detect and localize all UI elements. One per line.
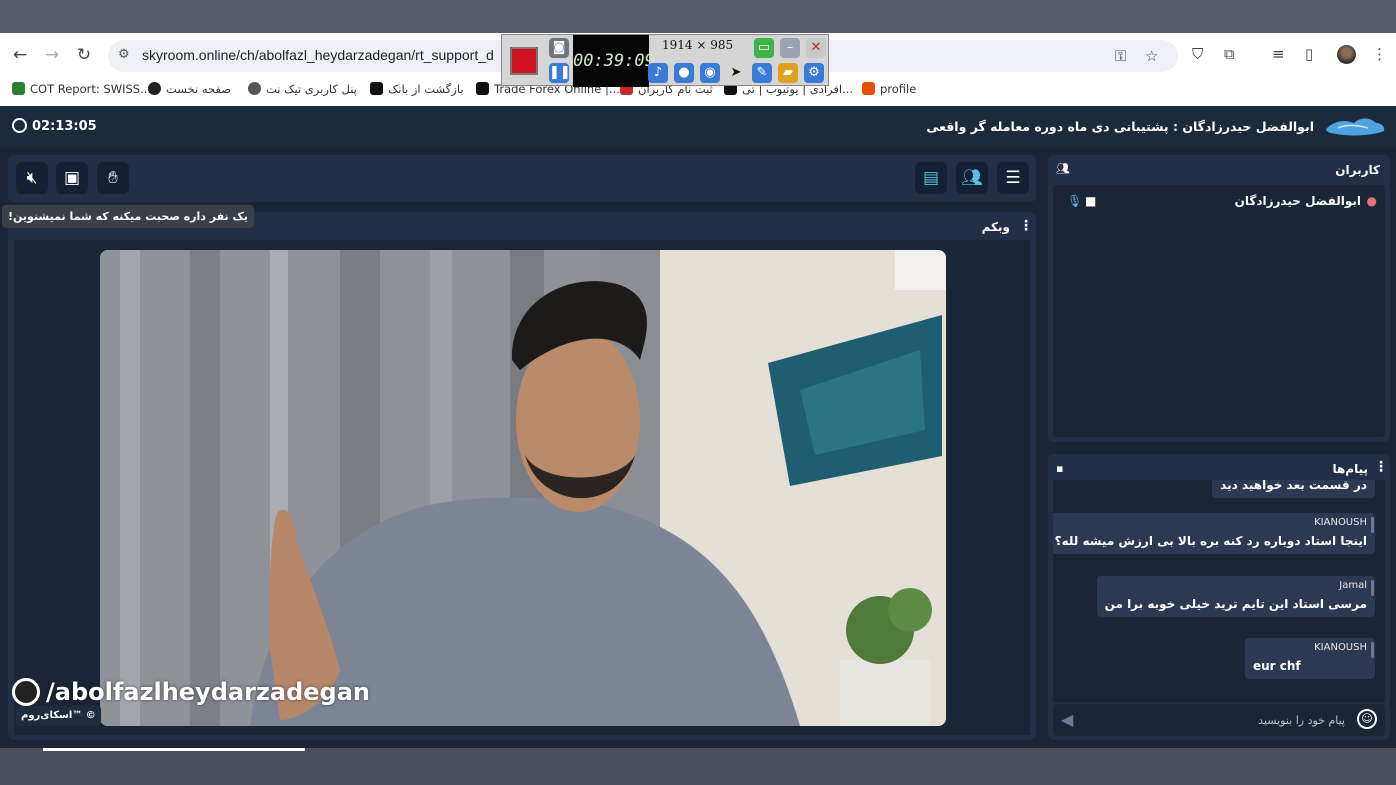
message-bar xyxy=(1371,642,1374,658)
webcam-video[interactable] xyxy=(100,250,946,726)
message-bar xyxy=(1371,580,1374,596)
bank-icon xyxy=(370,82,383,95)
users-panel: کاربران 👥︎ 🎙︎ ■ ابوالفضل حیدرزادگان ● xyxy=(1048,155,1390,442)
key-icon[interactable]: ⚿ xyxy=(1115,47,1126,65)
message-text: اینجا استاد دوباره رد کنه بره بالا بی ار… xyxy=(1054,534,1367,548)
reload-icon[interactable]: ↻ xyxy=(72,43,96,67)
channel-watermark: /abolfazlheydarzadegan xyxy=(46,678,370,706)
gear-icon xyxy=(148,82,161,95)
room-toolbar: 🔇︎ ▣ ✋︎ ▤ 👥︎ ☰ xyxy=(8,155,1036,202)
bookmark-item[interactable]: بازگشت از بانک xyxy=(370,82,464,96)
raise-hand-icon[interactable]: ✋︎ xyxy=(97,162,129,194)
room-header: 02:13:05 ابوالفضل حیدرزادگان : پشتیبانی … xyxy=(0,106,1396,148)
message-text: eur chf xyxy=(1253,659,1301,673)
cursor-icon[interactable]: ➤ xyxy=(726,63,746,83)
side-panel-icon[interactable]: ▯ xyxy=(1305,45,1313,63)
message-item: Jamal مرسی استاد این تایم ترید خیلی خوبه… xyxy=(1096,576,1375,617)
window-icon[interactable]: ▭ xyxy=(754,38,774,58)
close-icon[interactable]: ✕ xyxy=(806,38,826,58)
emoji-icon[interactable]: ☺ xyxy=(1357,709,1377,729)
message-bar xyxy=(1371,517,1374,533)
webcam-options-icon[interactable]: ⋮ xyxy=(1019,218,1033,234)
profile-avatar[interactable] xyxy=(1337,45,1356,64)
microphone-on-icon: 🎙︎ xyxy=(1067,194,1083,208)
bottom-bar xyxy=(0,748,1396,785)
screen-recorder-widget: ◙ ❚❚ 00:39:09 1914 × 985 ▭ – ✕ ♪ ● ◉ ➤ ✎… xyxy=(501,34,829,87)
site-settings-icon[interactable]: ⚙ xyxy=(118,47,130,62)
webcam-icon[interactable]: ◉ xyxy=(700,63,720,83)
record-stop-button[interactable] xyxy=(510,47,538,75)
settings-icon[interactable]: ⚙ xyxy=(804,63,824,83)
camera-on-icon: ■ xyxy=(1085,194,1097,208)
message-input[interactable] xyxy=(1105,712,1345,728)
clock-icon xyxy=(12,118,27,133)
users-icon-small: 👥︎ xyxy=(1056,162,1070,175)
hamburger-menu-icon[interactable]: ☰ xyxy=(997,162,1029,194)
message-item: KIANOUSH eur chf xyxy=(1245,638,1375,679)
chat-icon[interactable]: ▤ xyxy=(915,162,947,194)
skyroom-brand-badge: اسکای‌روم™ © xyxy=(16,706,101,726)
webcam-title: وبکم xyxy=(981,220,1010,234)
media-control-icon[interactable]: ≡ xyxy=(1272,45,1285,63)
profile-icon xyxy=(862,82,875,95)
skyroom-logo xyxy=(1326,118,1385,136)
pause-icon[interactable]: ❚❚ xyxy=(549,63,571,83)
forex-icon xyxy=(476,82,489,95)
extensions-icon[interactable]: ⧉ xyxy=(1224,45,1235,63)
bookmark-star-icon[interactable]: ☆ xyxy=(1145,47,1158,65)
room-title: ابوالفضل حیدرزادگان : پشتیبانی دی ماه دو… xyxy=(926,119,1314,134)
message-text: مرسی استاد این تایم ترید خیلی خوبه برا م… xyxy=(1104,597,1367,611)
user-row[interactable]: 🎙︎ ■ ابوالفضل حیدرزادگان ● xyxy=(1053,193,1385,213)
message-text: در قسمت بعد خواهید دید xyxy=(1220,480,1367,492)
message-author: Jamal xyxy=(1339,580,1367,591)
chart-icon xyxy=(12,82,25,95)
users-icon[interactable]: 👥︎ xyxy=(956,162,988,194)
messages-list: در قسمت بعد خواهید دید KIANOUSH اینجا اس… xyxy=(1053,480,1385,702)
recording-resolution: 1914 × 985 xyxy=(662,38,734,52)
message-item: در قسمت بعد خواهید دید xyxy=(1212,480,1375,498)
menu-icon[interactable]: ⋮ xyxy=(1372,45,1387,63)
mute-speaker-icon[interactable]: 🔇︎ xyxy=(16,162,48,194)
url-text[interactable]: skyroom.online/ch/abolfazl_heydarzadegan… xyxy=(142,47,494,63)
video-progress-bar[interactable] xyxy=(43,748,305,751)
audio-warning-tooltip: یک نفر داره صحبت میکنه که شما نمیشنوین! xyxy=(2,205,254,228)
video-frame xyxy=(100,250,946,726)
bookmark-item[interactable]: COT Report: SWISS... xyxy=(12,82,151,96)
bookmark-item[interactable]: پنل کاربری تیک نت xyxy=(248,82,357,96)
chat-bubble-icon: ▪ xyxy=(1056,462,1064,475)
globe-icon xyxy=(248,82,261,95)
briefcase-icon[interactable]: ▣ xyxy=(56,162,88,194)
os-top-bar xyxy=(0,0,1396,33)
user-name: ابوالفضل حیدرزادگان xyxy=(1234,194,1361,208)
session-timer: 02:13:05 xyxy=(12,118,97,134)
film-reel-icon xyxy=(12,678,40,706)
camera-icon[interactable]: ◙ xyxy=(549,38,569,58)
recording-time: 00:39:09 xyxy=(573,35,655,87)
messages-title: پیام‌ها xyxy=(1332,462,1368,476)
forward-icon[interactable]: → xyxy=(40,43,64,67)
users-list: 🎙︎ ■ ابوالفضل حیدرزادگان ● xyxy=(1053,185,1385,437)
minimize-icon[interactable]: – xyxy=(780,38,800,58)
message-item: KIANOUSH اینجا استاد دوباره رد کنه بره ب… xyxy=(1053,513,1375,554)
send-icon[interactable]: ◀ xyxy=(1061,710,1073,729)
shield-extension-icon[interactable]: ⛉ xyxy=(1192,45,1203,63)
microphone-icon[interactable]: ● xyxy=(674,63,694,83)
back-icon[interactable]: ← xyxy=(8,43,32,67)
folder-icon[interactable]: ▰ xyxy=(778,63,798,83)
bookmark-item[interactable]: صفحه نخست xyxy=(148,82,231,96)
speaker-icon[interactable]: ♪ xyxy=(648,63,668,83)
message-compose: ◀ ☺ xyxy=(1053,704,1385,736)
presenter-user-icon: ● xyxy=(1366,194,1377,208)
messages-options-icon[interactable]: ⋮ xyxy=(1374,459,1388,475)
bookmark-item[interactable]: profile xyxy=(862,82,916,96)
users-title: کاربران xyxy=(1335,163,1380,177)
message-author: KIANOUSH xyxy=(1314,517,1367,528)
message-author: KIANOUSH xyxy=(1314,642,1367,653)
messages-panel: پیام‌ها ⋮ ▪ در قسمت بعد خواهید دید KIANO… xyxy=(1048,454,1390,740)
pen-icon[interactable]: ✎ xyxy=(752,63,772,83)
